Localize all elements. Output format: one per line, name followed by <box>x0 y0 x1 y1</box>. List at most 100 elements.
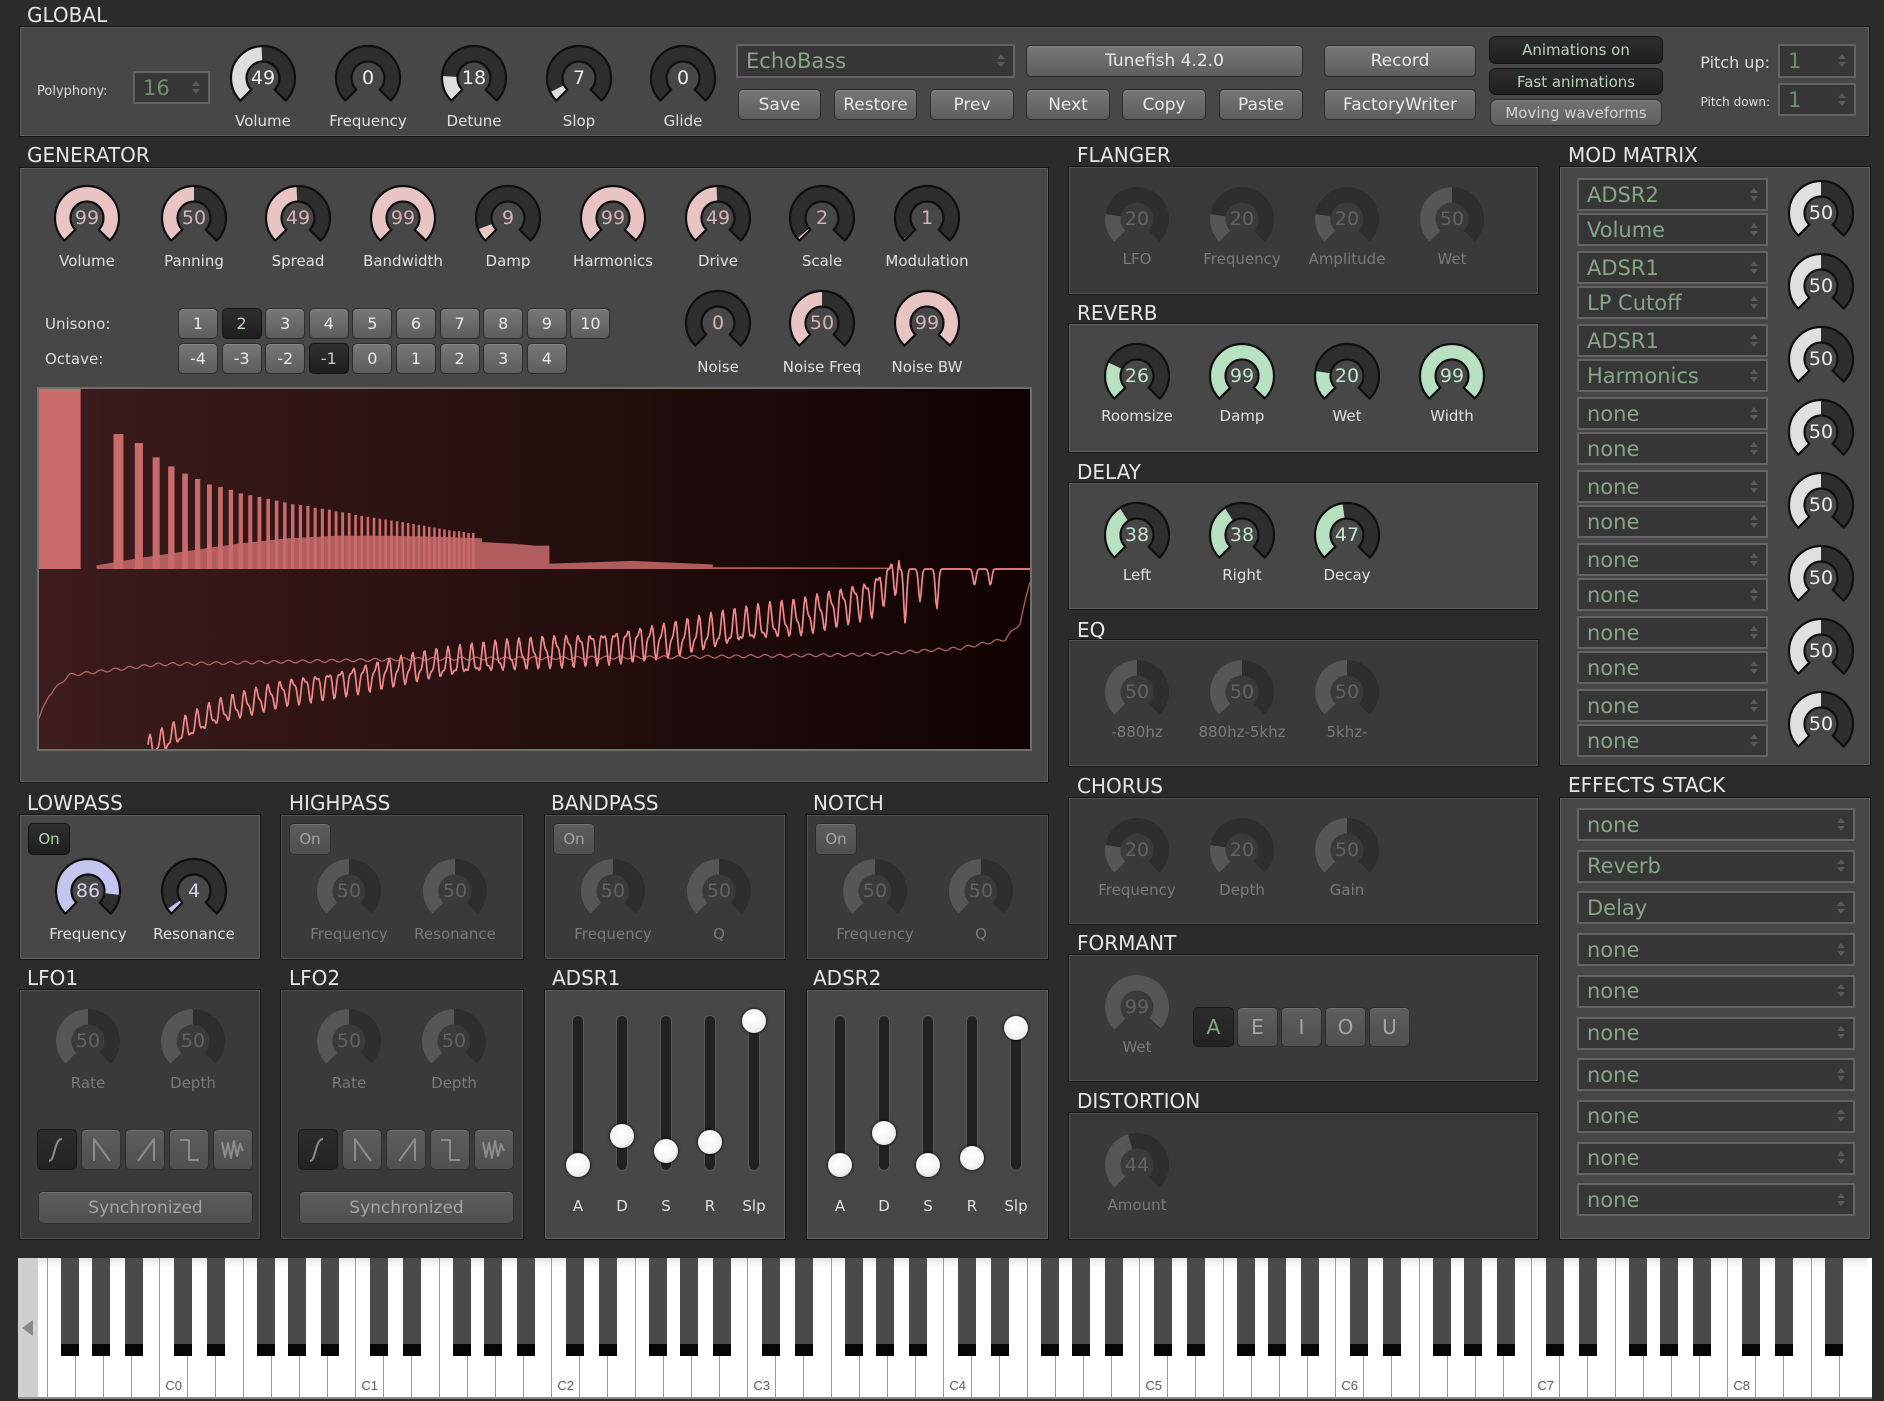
lfo1-sync-button[interactable]: Synchronized <box>38 1191 253 1224</box>
black-key-dsharp8[interactable] <box>1774 1258 1793 1356</box>
adsr2-slp-slider-handle[interactable] <box>1004 1016 1028 1041</box>
vowel-button-u[interactable]: U <box>1369 1007 1410 1047</box>
mod-target-select-7[interactable]: none <box>1577 651 1768 684</box>
lowpass-frequency-knob[interactable]: 86 <box>53 856 123 926</box>
flanger-lfo-knob[interactable]: 20 <box>1102 184 1172 254</box>
effect-slot-select-3[interactable]: Delay <box>1577 891 1855 925</box>
black-key-fsharp1[interactable] <box>452 1258 471 1356</box>
black-key-fsharp5[interactable] <box>1236 1258 1255 1356</box>
adsr2-d-slider-handle[interactable] <box>872 1121 896 1146</box>
unisono-button-1[interactable]: 1 <box>178 308 218 339</box>
black-key-asharp2[interactable] <box>712 1258 731 1356</box>
octave-button-4[interactable]: 4 <box>526 343 567 374</box>
unisono-button-7[interactable]: 7 <box>439 308 480 339</box>
black-key-asharp1[interactable] <box>516 1258 535 1356</box>
mod-amount-8-knob[interactable]: 50 <box>1786 689 1856 759</box>
adsr2-a-slider-handle[interactable] <box>828 1153 852 1177</box>
adsr1-r-slider-handle[interactable] <box>698 1129 722 1154</box>
mod-source-select-2[interactable]: ADSR1 <box>1577 251 1768 284</box>
flanger-wet-knob[interactable]: 50 <box>1417 184 1487 254</box>
notch-q-knob[interactable]: 50 <box>946 856 1016 926</box>
generator-noise-knob[interactable]: 0 <box>683 288 753 358</box>
adsr1-d-slider-handle[interactable] <box>610 1124 634 1149</box>
moving-waveforms-toggle[interactable]: Moving waveforms <box>1490 99 1662 126</box>
black-key-dsharp1[interactable] <box>402 1258 421 1356</box>
black-key-csharp5[interactable] <box>1153 1258 1172 1356</box>
unisono-button-5[interactable]: 5 <box>352 308 393 339</box>
delay-right-knob[interactable]: 38 <box>1207 500 1277 570</box>
black-key-gsharp0[interactable] <box>287 1258 306 1356</box>
black-key-fsharp4[interactable] <box>1040 1258 1059 1356</box>
effect-slot-select-7[interactable]: none <box>1577 1058 1855 1092</box>
mod-target-select-1[interactable]: Volume <box>1577 213 1768 246</box>
black-key-fsharp3[interactable] <box>844 1258 863 1356</box>
flanger-frequency-knob[interactable]: 20 <box>1207 184 1277 254</box>
generator-bandwidth-knob[interactable]: 99 <box>368 183 438 253</box>
flanger-amplitude-knob[interactable]: 20 <box>1312 184 1382 254</box>
lfo2-rate-knob[interactable]: 50 <box>314 1006 384 1076</box>
black-key-dsharp2[interactable] <box>598 1258 617 1356</box>
adsr1-slp-slider-handle[interactable] <box>742 1009 766 1033</box>
black-key-csharp0[interactable] <box>173 1258 192 1356</box>
copy-button[interactable]: Copy <box>1122 89 1206 120</box>
mod-source-select-5[interactable]: none <box>1577 470 1768 503</box>
keyboard-scroll-left-button[interactable] <box>18 1258 38 1397</box>
global-slop-knob[interactable]: 7 <box>544 43 614 113</box>
paste-button[interactable]: Paste <box>1219 89 1303 120</box>
eq-5khz-knob[interactable]: 50 <box>1312 657 1382 727</box>
generator-damp-knob[interactable]: 9 <box>473 183 543 253</box>
next-button[interactable]: Next <box>1026 89 1110 120</box>
unisono-button-8[interactable]: 8 <box>483 308 524 339</box>
adsr1-a-slider-handle[interactable] <box>566 1153 590 1177</box>
highpass-on-button[interactable]: On <box>289 823 331 855</box>
vowel-button-a[interactable]: A <box>1193 1007 1234 1047</box>
notch-on-button[interactable]: On <box>815 823 857 855</box>
generator-noise-bw-knob[interactable]: 99 <box>892 288 962 358</box>
black-key-csharp6[interactable] <box>1349 1258 1368 1356</box>
black-key-csharp2[interactable] <box>565 1258 584 1356</box>
octave-button-1[interactable]: 1 <box>396 343 436 374</box>
lfo2-waveform-noise-button[interactable] <box>474 1129 514 1170</box>
black-key-gsharp7[interactable] <box>1659 1258 1678 1356</box>
mod-source-select-3[interactable]: ADSR1 <box>1577 324 1768 357</box>
black-key-gsharp4[interactable] <box>1071 1258 1090 1356</box>
mod-amount-5-knob[interactable]: 50 <box>1786 470 1856 540</box>
chorus-frequency-knob[interactable]: 20 <box>1102 815 1172 885</box>
restore-button[interactable]: Restore <box>834 89 917 120</box>
black-key-gsharp5[interactable] <box>1267 1258 1286 1356</box>
adsr2-r-slider-handle[interactable] <box>960 1145 984 1170</box>
black-key-dsharp4[interactable] <box>990 1258 1009 1356</box>
octave-button-3[interactable]: -3 <box>221 343 262 374</box>
mod-amount-2-knob[interactable]: 50 <box>1786 251 1856 321</box>
black-key-fsharp6[interactable] <box>1432 1258 1451 1356</box>
unisono-button-3[interactable]: 3 <box>265 308 306 339</box>
adsr2-a-slider-track[interactable] <box>834 1015 846 1171</box>
black-key-csharp7[interactable] <box>1545 1258 1564 1356</box>
chorus-depth-knob[interactable]: 20 <box>1207 815 1277 885</box>
mod-amount-6-knob[interactable]: 50 <box>1786 543 1856 613</box>
unisono-button-9[interactable]: 9 <box>526 308 567 339</box>
delay-left-knob[interactable]: 38 <box>1102 500 1172 570</box>
lfo2-waveform-sine-button[interactable] <box>298 1129 338 1170</box>
black-key-csharp3[interactable] <box>761 1258 780 1356</box>
adsr1-slp-slider-track[interactable] <box>748 1015 760 1171</box>
reverb-width-knob[interactable]: 99 <box>1417 341 1487 411</box>
global-frequency-knob[interactable]: 0 <box>333 43 403 113</box>
black-key-asharp3[interactable] <box>908 1258 927 1356</box>
highpass-resonance-knob[interactable]: 50 <box>420 856 490 926</box>
mod-source-select-1[interactable]: ADSR2 <box>1577 178 1768 211</box>
reverb-roomsize-knob[interactable]: 26 <box>1102 341 1172 411</box>
formant-wet-knob[interactable]: 99 <box>1102 972 1172 1042</box>
black-key-gsharp3[interactable] <box>875 1258 894 1356</box>
unisono-button-4[interactable]: 4 <box>308 308 349 339</box>
black-key-asharp4[interactable] <box>1104 1258 1123 1356</box>
reverb-wet-knob[interactable]: 20 <box>1312 341 1382 411</box>
bandpass-frequency-knob[interactable]: 50 <box>578 856 648 926</box>
lfo1-rate-knob[interactable]: 50 <box>53 1006 123 1076</box>
spin-arrows-icon[interactable] <box>1838 54 1847 68</box>
black-key-asharp5[interactable] <box>1300 1258 1319 1356</box>
black-key-csharp8[interactable] <box>1741 1258 1760 1356</box>
black-key-dsharp6[interactable] <box>1382 1258 1401 1356</box>
unisono-button-6[interactable]: 6 <box>396 308 436 339</box>
lfo2-depth-knob[interactable]: 50 <box>419 1006 489 1076</box>
